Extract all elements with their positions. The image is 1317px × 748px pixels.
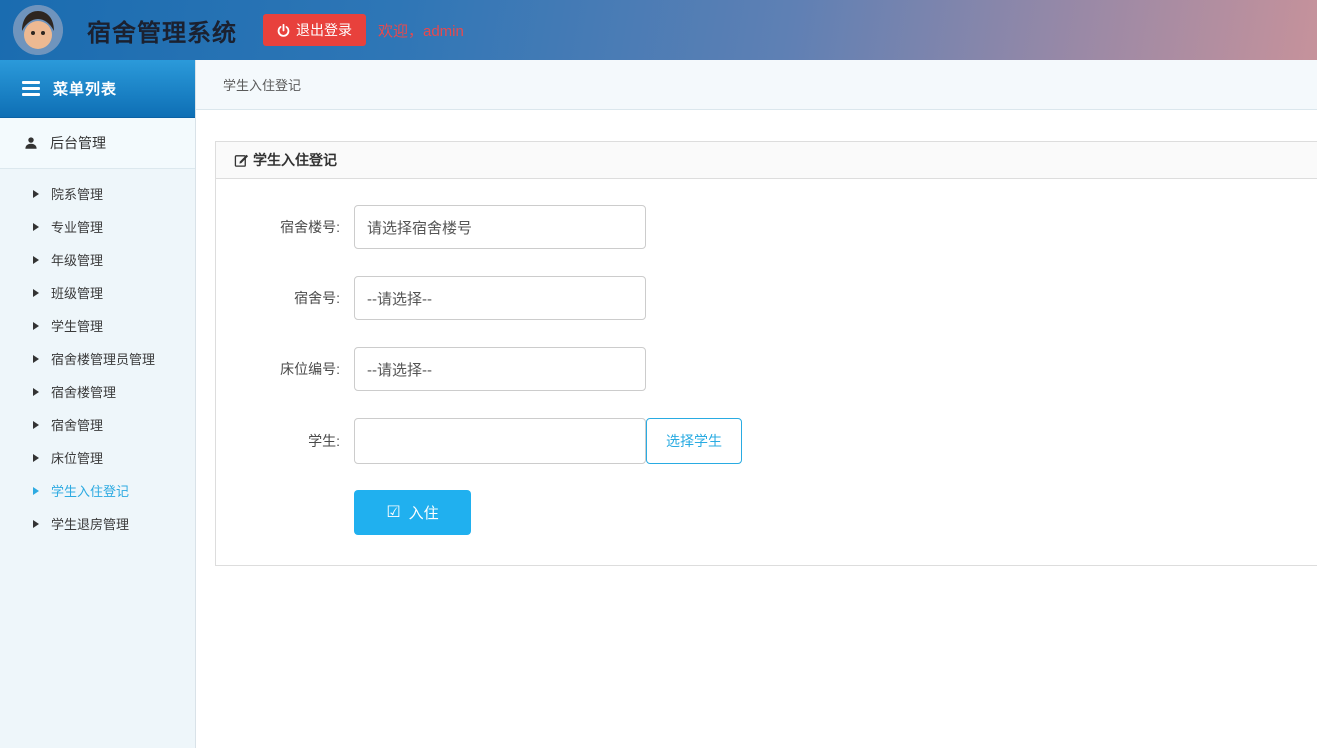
avatar-image bbox=[13, 5, 63, 55]
building-label: 宿舍楼号: bbox=[216, 217, 340, 237]
checkin-submit-button[interactable]: ☑ 入住 bbox=[354, 490, 471, 535]
sidebar-menu-header[interactable]: 菜单列表 bbox=[0, 60, 195, 118]
sidebar-item-dorms[interactable]: 宿舍管理 bbox=[0, 408, 195, 441]
checkin-submit-label: 入住 bbox=[409, 502, 439, 523]
caret-right-icon bbox=[33, 454, 39, 462]
check-square-icon: ☑ bbox=[386, 505, 400, 521]
dorm-select[interactable]: --请选择-- bbox=[354, 276, 646, 320]
top-header: 宿舍管理系统 退出登录 欢迎，admin bbox=[0, 0, 1317, 60]
sidebar-item-checkin[interactable]: 学生入住登记 bbox=[0, 474, 195, 507]
welcome-text: 欢迎，admin bbox=[378, 20, 464, 41]
form-row-building: 宿舍楼号: 请选择宿舍楼号 bbox=[216, 205, 1317, 249]
sidebar-item-majors[interactable]: 专业管理 bbox=[0, 210, 195, 243]
bed-select[interactable]: --请选择-- bbox=[354, 347, 646, 391]
checkin-form: 宿舍楼号: 请选择宿舍楼号 宿舍号: --请选择-- bbox=[216, 205, 1317, 565]
sidebar-item-students[interactable]: 学生管理 bbox=[0, 309, 195, 342]
content-area: 学生入住登记 宿舍楼号: 请选择宿舍楼号 宿舍号: bbox=[196, 110, 1317, 748]
sidebar-item-label: 学生管理 bbox=[51, 316, 103, 335]
sidebar-item-label: 宿舍楼管理员管理 bbox=[51, 349, 155, 368]
sidebar-item-departments[interactable]: 院系管理 bbox=[0, 177, 195, 210]
form-row-bed: 床位编号: --请选择-- bbox=[216, 347, 1317, 391]
sidebar-item-label: 宿舍管理 bbox=[51, 415, 103, 434]
user-icon bbox=[24, 136, 38, 150]
sidebar-section-admin[interactable]: 后台管理 bbox=[0, 118, 195, 169]
power-icon bbox=[277, 24, 290, 37]
sidebar-item-label: 专业管理 bbox=[51, 217, 103, 236]
student-input[interactable] bbox=[354, 418, 646, 464]
bed-label: 床位编号: bbox=[216, 359, 340, 379]
breadcrumb-label: 学生入住登记 bbox=[223, 75, 301, 94]
logout-button[interactable]: 退出登录 bbox=[263, 14, 366, 46]
caret-right-icon bbox=[33, 388, 39, 396]
form-row-dorm: 宿舍号: --请选择-- bbox=[216, 276, 1317, 320]
sidebar-item-label: 宿舍楼管理 bbox=[51, 382, 116, 401]
caret-right-icon bbox=[33, 256, 39, 264]
caret-right-icon bbox=[33, 421, 39, 429]
sidebar-item-dorm-buildings[interactable]: 宿舍楼管理 bbox=[0, 375, 195, 408]
caret-right-icon bbox=[33, 223, 39, 231]
select-student-button[interactable]: 选择学生 bbox=[646, 418, 742, 464]
panel-title: 学生入住登记 bbox=[253, 150, 337, 170]
user-avatar bbox=[13, 5, 63, 55]
breadcrumb: 学生入住登记 bbox=[196, 60, 1317, 110]
hamburger-icon bbox=[22, 81, 40, 96]
sidebar-item-label: 院系管理 bbox=[51, 184, 103, 203]
caret-right-icon bbox=[33, 520, 39, 528]
sidebar-item-beds[interactable]: 床位管理 bbox=[0, 441, 195, 474]
caret-right-icon bbox=[33, 355, 39, 363]
logout-label: 退出登录 bbox=[296, 20, 352, 40]
sidebar-item-label: 年级管理 bbox=[51, 250, 103, 269]
sidebar-item-label: 学生入住登记 bbox=[51, 481, 129, 500]
sidebar-item-classes[interactable]: 班级管理 bbox=[0, 276, 195, 309]
sidebar-item-dorm-admins[interactable]: 宿舍楼管理员管理 bbox=[0, 342, 195, 375]
caret-right-icon bbox=[33, 487, 39, 495]
caret-right-icon bbox=[33, 289, 39, 297]
checkin-panel: 学生入住登记 宿舍楼号: 请选择宿舍楼号 宿舍号: bbox=[215, 141, 1317, 566]
dorm-select-value: --请选择-- bbox=[367, 288, 432, 309]
student-label: 学生: bbox=[216, 431, 340, 451]
sidebar-item-label: 床位管理 bbox=[51, 448, 103, 467]
main-area: 学生入住登记 学生入住登记 宿舍楼号: 请选择宿舍楼号 bbox=[196, 60, 1317, 748]
sidebar-menu: 院系管理 专业管理 年级管理 班级管理 学生管理 宿舍楼管理员管理 bbox=[0, 169, 195, 540]
app-title: 宿舍管理系统 bbox=[87, 13, 237, 48]
caret-right-icon bbox=[33, 190, 39, 198]
sidebar: 菜单列表 后台管理 院系管理 专业管理 年级管理 bbox=[0, 60, 196, 748]
sidebar-item-label: 学生退房管理 bbox=[51, 514, 129, 533]
building-select-value: 请选择宿舍楼号 bbox=[367, 217, 472, 238]
menu-header-label: 菜单列表 bbox=[53, 78, 117, 99]
edit-icon bbox=[234, 153, 249, 168]
building-select[interactable]: 请选择宿舍楼号 bbox=[354, 205, 646, 249]
dorm-label: 宿舍号: bbox=[216, 288, 340, 308]
sidebar-section-label: 后台管理 bbox=[50, 133, 106, 153]
sidebar-item-label: 班级管理 bbox=[51, 283, 103, 302]
form-row-student: 学生: 选择学生 bbox=[216, 418, 1317, 464]
caret-right-icon bbox=[33, 322, 39, 330]
panel-header: 学生入住登记 bbox=[216, 142, 1317, 179]
sidebar-item-grades[interactable]: 年级管理 bbox=[0, 243, 195, 276]
bed-select-value: --请选择-- bbox=[367, 359, 432, 380]
sidebar-item-checkout[interactable]: 学生退房管理 bbox=[0, 507, 195, 540]
